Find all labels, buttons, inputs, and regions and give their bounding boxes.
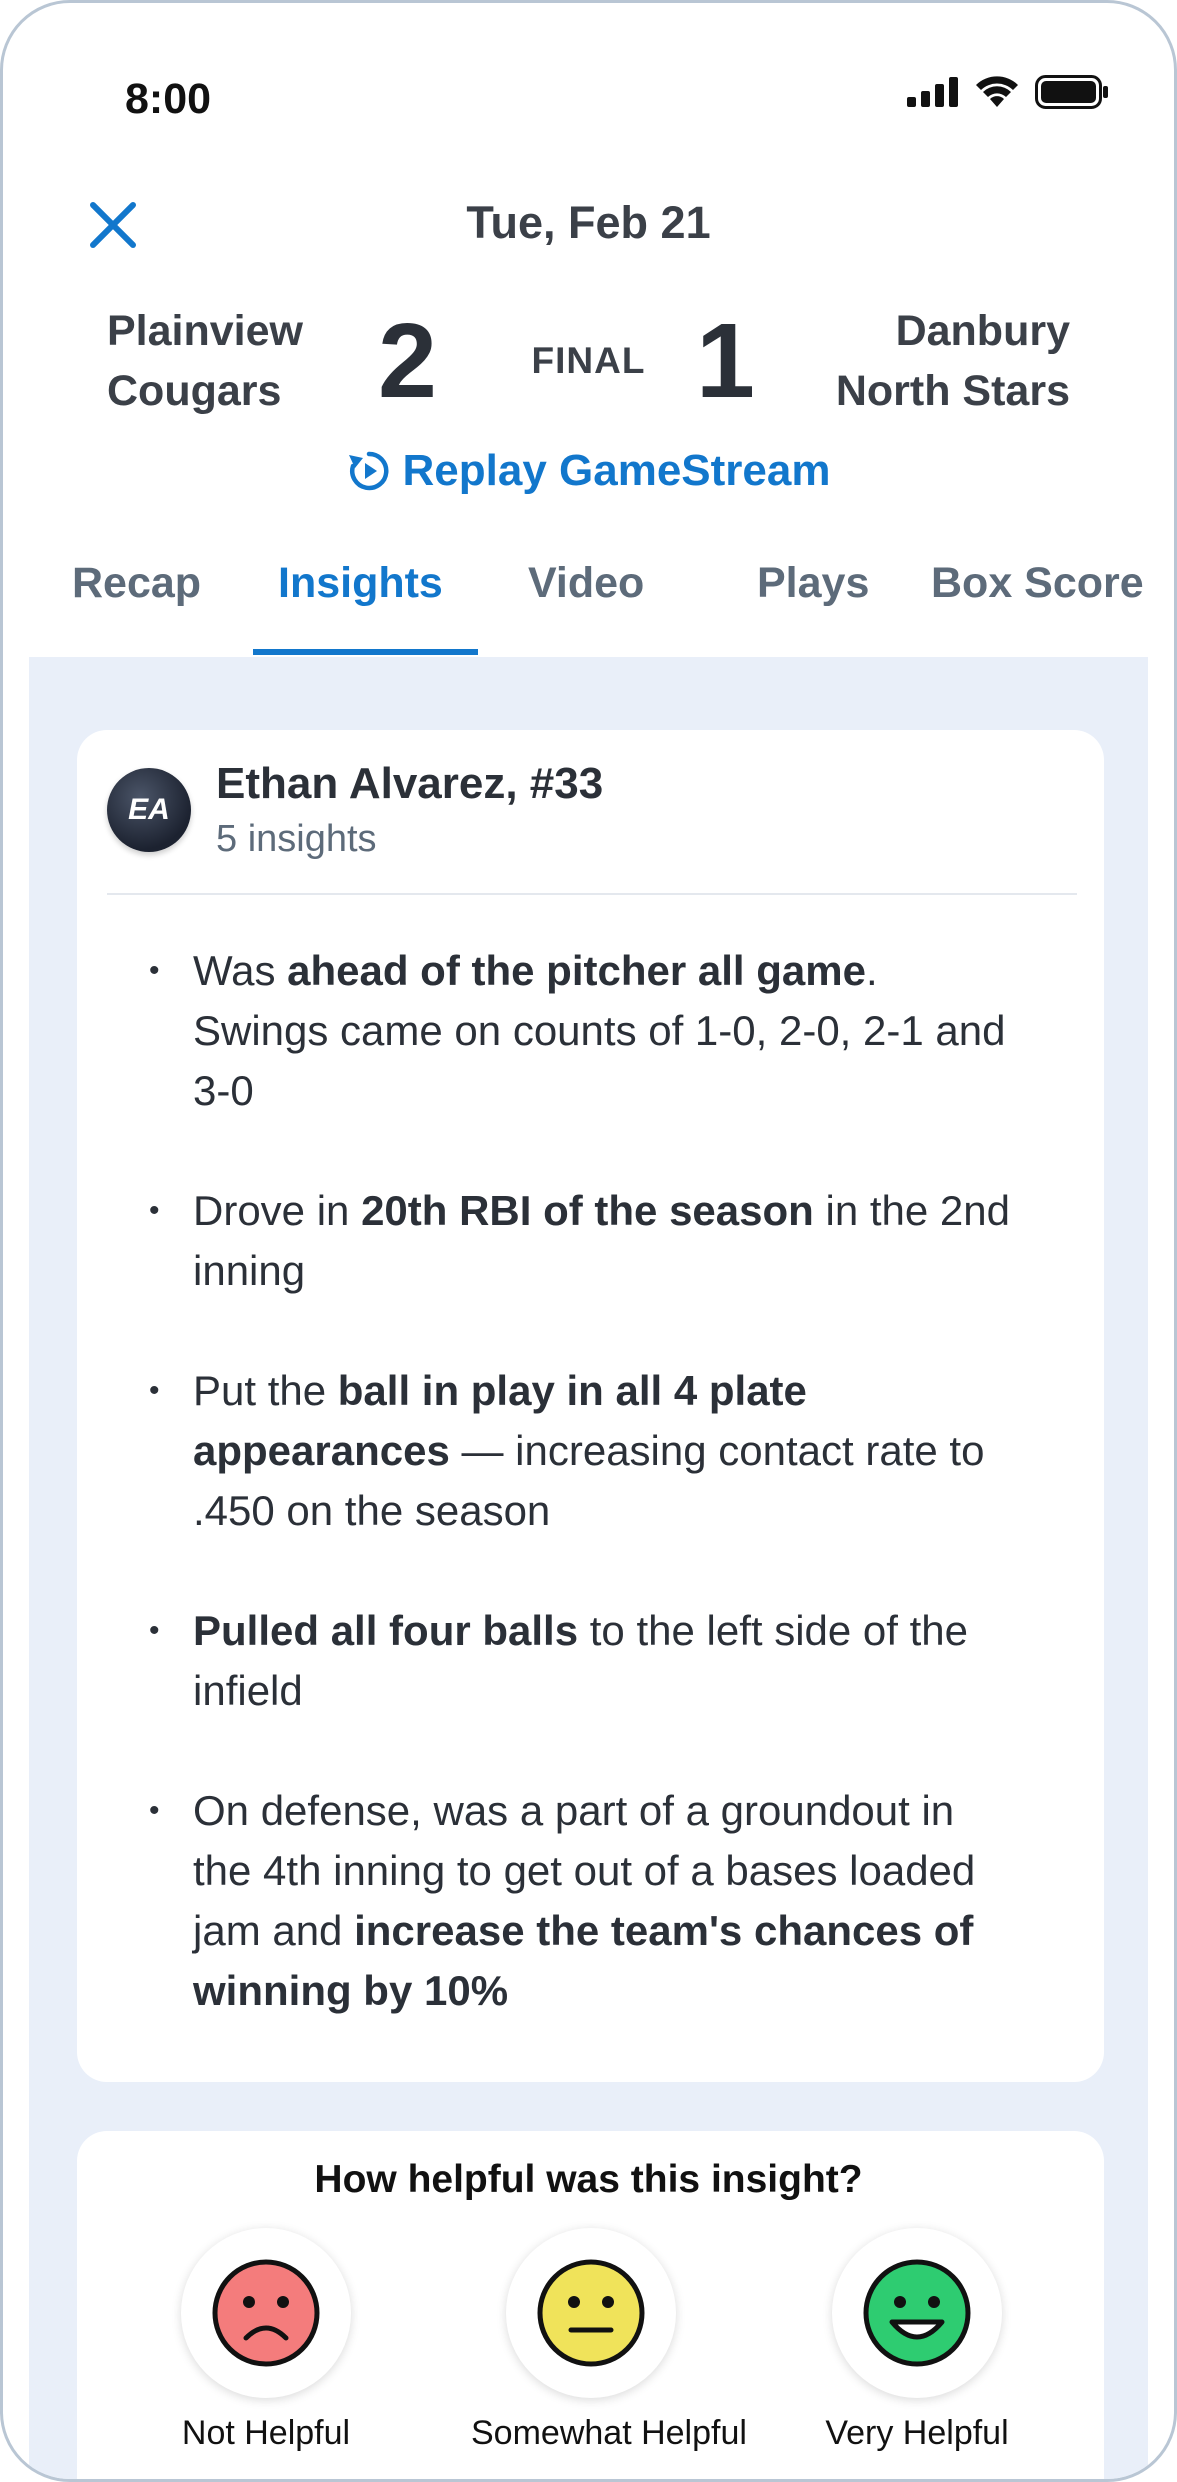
happy-face-icon <box>863 2259 971 2367</box>
rating-label: Not Helpful <box>181 2414 351 2452</box>
insight-item: On defense, was a part of a groundout in… <box>143 1781 1023 2021</box>
rating-label: Very Helpful <box>825 2414 1009 2452</box>
insight-highlight: Pulled all four balls <box>193 1607 579 1654</box>
replay-gamestream-button[interactable]: Replay GameStream <box>3 446 1174 496</box>
rating-button[interactable] <box>506 2228 676 2398</box>
sad-face-icon <box>212 2259 320 2367</box>
battery-icon <box>1035 75 1108 109</box>
status-time: 8:00 <box>125 75 212 123</box>
active-tab-indicator <box>253 649 478 655</box>
insight-item: Pulled all four balls to the left side o… <box>143 1601 1023 1721</box>
away-team-line2: North Stars <box>835 367 1070 415</box>
tab-insights[interactable]: Insights <box>278 559 443 608</box>
player-name: Ethan Alvarez, #33 <box>216 759 604 808</box>
away-score: 1 <box>696 302 755 420</box>
insight-count: 5 insights <box>216 818 377 860</box>
rating-button[interactable] <box>181 2228 351 2398</box>
neutral-face-icon <box>537 2259 645 2367</box>
tab-bar: Recap Insights Video Plays Box Score <box>3 559 1174 659</box>
game-date: Tue, Feb 21 <box>466 197 711 248</box>
insight-text: Drove in <box>193 1187 362 1234</box>
insight-item: Drove in 20th RBI of the season in the 2… <box>143 1181 1023 1301</box>
rating-button[interactable] <box>832 2228 1002 2398</box>
insight-item: Put the ball in play in all 4 plate appe… <box>143 1361 1023 1541</box>
rating-not-helpful[interactable]: Not Helpful <box>146 2228 386 2453</box>
tab-plays[interactable]: Plays <box>757 559 869 608</box>
rating-label: Somewhat Helpful <box>471 2414 747 2452</box>
divider <box>107 893 1077 895</box>
status-icons <box>907 75 1109 109</box>
feedback-question: How helpful was this insight? <box>314 2158 863 2201</box>
away-team-line1: Danbury <box>895 307 1070 355</box>
tab-video[interactable]: Video <box>528 559 644 608</box>
phone-frame: 8:00 Tue, Feb 21 Plainview Cougars 2 FIN… <box>0 0 1177 2482</box>
away-team-name: Danbury North Stars <box>836 301 1070 421</box>
rating-very-helpful[interactable]: Very Helpful <box>797 2228 1037 2453</box>
insight-highlight: ahead of the pitcher all game <box>287 947 866 994</box>
replay-label: Replay GameStream <box>402 446 831 495</box>
insights-list: Was ahead of the pitcher all game. Swing… <box>143 941 1023 2081</box>
tab-box-score[interactable]: Box Score <box>931 559 1144 608</box>
replay-icon <box>348 451 388 491</box>
rating-somewhat-helpful[interactable]: Somewhat Helpful <box>471 2228 747 2453</box>
insight-text: Put the <box>193 1367 338 1414</box>
insight-item: Was ahead of the pitcher all game. Swing… <box>143 941 1023 1121</box>
signal-icon <box>907 77 958 107</box>
insight-text: Was <box>193 947 288 994</box>
tab-recap[interactable]: Recap <box>72 559 201 608</box>
wifi-icon <box>976 76 1018 107</box>
insight-highlight: 20th RBI of the season <box>361 1187 814 1234</box>
avatar: EA <box>107 768 191 852</box>
